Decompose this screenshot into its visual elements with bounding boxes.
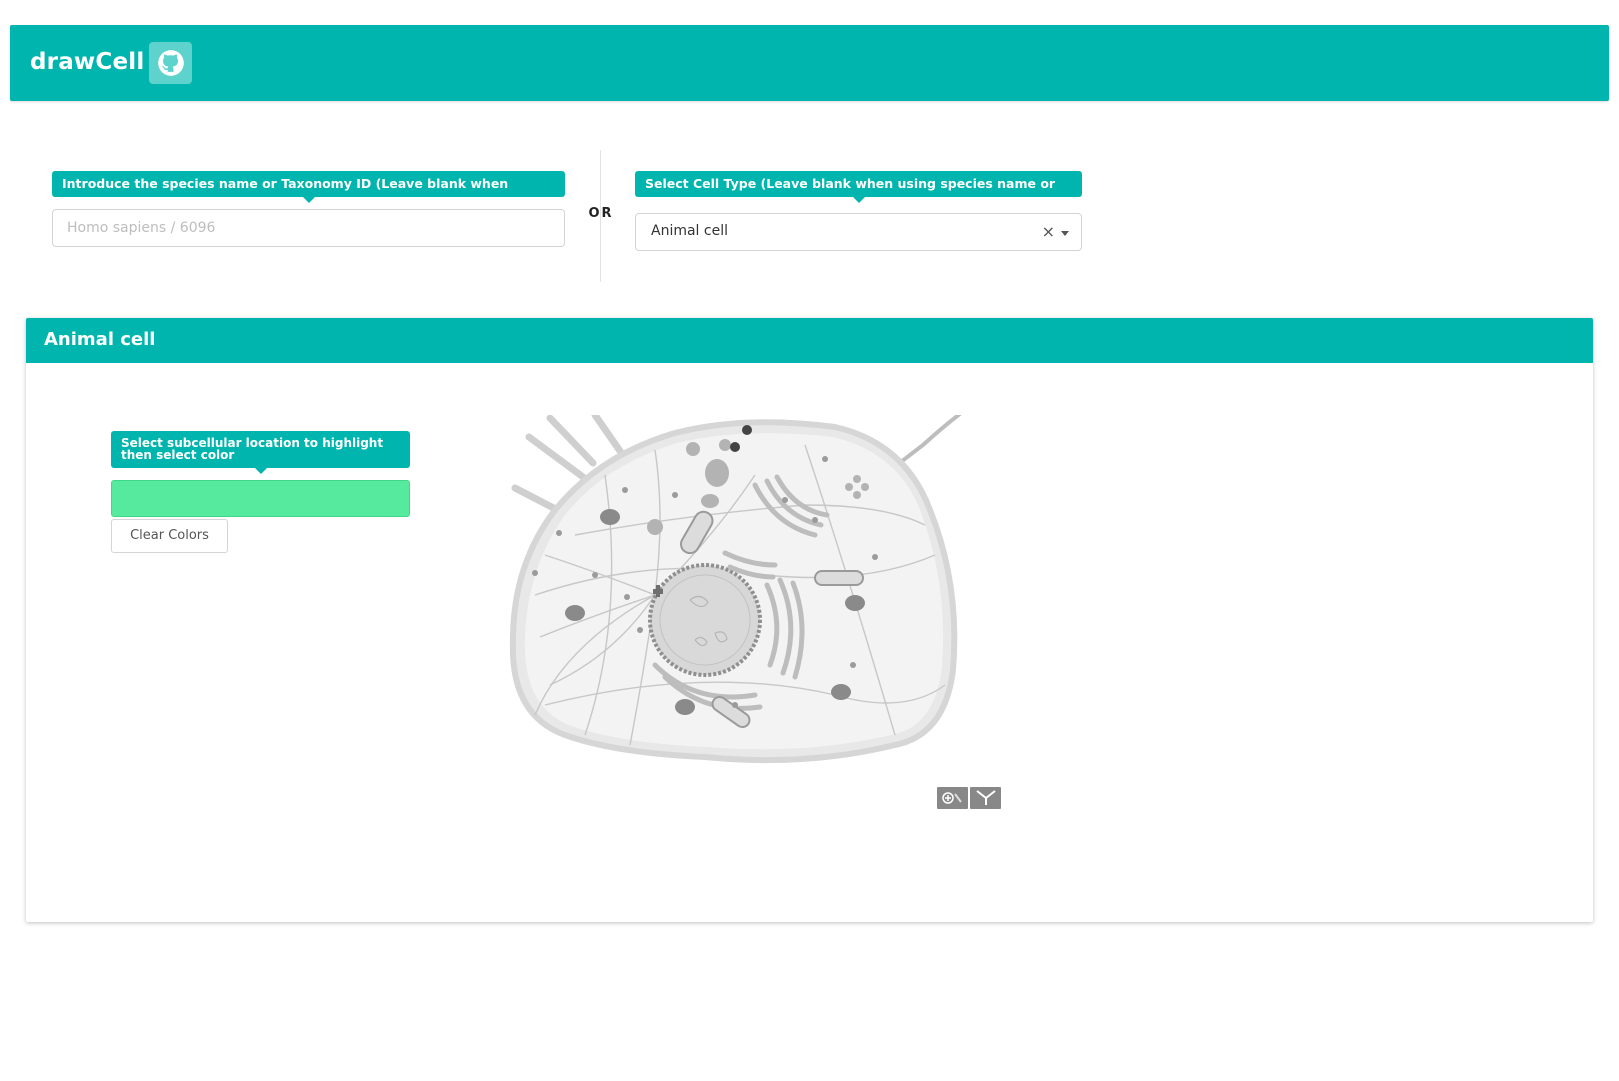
subcell-tooltip: Select subcellular location to highlight… [111,431,410,468]
ribosome [624,594,630,600]
ribosome [622,487,628,493]
centrosome [656,585,660,597]
cell-diagram[interactable] [505,408,975,780]
peroxisome [861,483,869,491]
ribosome [637,627,643,633]
ribosome [672,492,678,498]
vesicle [705,459,729,487]
ribosome [592,572,598,578]
lysosome [675,699,695,715]
color-picker[interactable] [111,480,410,517]
peroxisome [845,483,853,491]
ribosome [732,702,738,708]
sib-logo-icon [970,787,1001,809]
species-tooltip: Introduce the species name or Taxonomy I… [52,171,565,217]
vesicle [719,439,731,451]
or-label: OR [588,206,614,221]
swissprot-logo-icon [937,787,968,809]
ribosome [812,517,818,523]
github-icon [157,50,184,76]
ribosome [850,662,856,668]
panel-title: Animal cell [44,329,156,350]
mitochondrion [814,570,864,586]
lysosome [565,605,585,621]
animal-cell-illustration[interactable] [505,408,975,780]
cilium [591,411,624,455]
vesicle [686,442,700,456]
ribosome [532,570,538,576]
chevron-down-icon[interactable] [1061,231,1069,236]
celltype-select[interactable]: Animal cell × [635,213,1082,251]
ribosome [872,554,878,560]
nucleoplasm [659,574,751,666]
centriole-dot [742,425,752,435]
app-header: drawCell [10,25,1609,101]
lysosome [831,684,851,700]
github-button[interactable] [149,42,192,84]
ribosome [822,456,828,462]
ribosome [782,497,788,503]
peroxisome [853,491,861,499]
centriole-dot [730,442,740,452]
panel-header: Animal cell [26,318,1593,363]
vesicle [701,494,719,508]
clear-selection-icon[interactable]: × [1042,222,1055,241]
lysosome [845,595,865,611]
celltype-selected-value: Animal cell [651,223,728,239]
source-logos [937,787,1002,811]
species-input[interactable] [52,209,565,247]
brand-title[interactable]: drawCell [30,45,144,79]
lysosome [600,509,620,525]
vesicle [647,519,663,535]
clear-colors-button[interactable]: Clear Colors [111,519,228,553]
ribosome [556,530,562,536]
celltype-tooltip: Select Cell Type (Leave blank when using… [635,171,1082,217]
peroxisome [853,475,861,483]
